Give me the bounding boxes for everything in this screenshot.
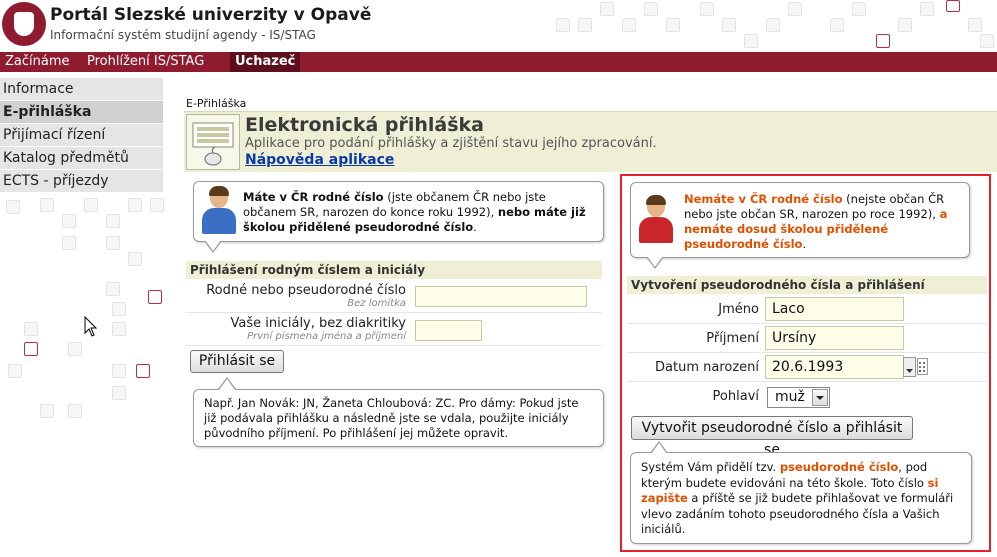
initials-input[interactable] bbox=[415, 320, 482, 341]
rc-input[interactable] bbox=[415, 286, 587, 307]
rc-label: Rodné nebo pseudorodné číslo bbox=[206, 283, 406, 298]
right-info-bubble: Nemáte v ČR rodné číslo (nejste občan ČR… bbox=[630, 182, 970, 258]
portal-subtitle: Informační systém studijní agendy - IS/S… bbox=[50, 28, 316, 42]
left-bubble-text: Máte v ČR rodné číslo (jste občanem ČR n… bbox=[243, 190, 586, 234]
birth-date-label: Datum narození bbox=[655, 360, 759, 375]
create-pseudo-number-button[interactable]: Vytvořit pseudorodné číslo a přihlásit s… bbox=[631, 416, 913, 458]
calendar-picker-icon[interactable] bbox=[903, 357, 929, 377]
surname-label: Příjmení bbox=[706, 331, 759, 346]
rc-hint: Bez lomítka bbox=[347, 298, 406, 309]
mouse-cursor bbox=[84, 315, 98, 342]
first-name-label: Jméno bbox=[718, 302, 759, 317]
nav-prohlizeni[interactable]: Prohlížení IS/STAG bbox=[82, 52, 209, 72]
nav-zaciname[interactable]: Začínáme bbox=[0, 52, 75, 72]
sidebar-item-e-prihlaska[interactable]: E-přihláška bbox=[0, 101, 163, 123]
login-button[interactable]: Přihlásit se bbox=[190, 350, 284, 373]
university-logo[interactable] bbox=[2, 2, 46, 46]
initials-label: Vaše iniciály, bez diakritiky bbox=[230, 316, 407, 331]
first-name-input[interactable]: Laco bbox=[765, 297, 904, 321]
chevron-down-icon[interactable] bbox=[812, 389, 828, 406]
right-bubble-text: Nemáte v ČR rodné číslo (nejste občan ČR… bbox=[684, 192, 948, 251]
app-description: Aplikace pro podání přihlášky a zjištění… bbox=[245, 136, 657, 151]
gender-label: Pohlaví bbox=[712, 389, 759, 404]
breadcrumb: E-Přihláška bbox=[186, 97, 247, 110]
gender-select[interactable]: muž bbox=[767, 387, 830, 408]
left-note-text: Např. Jan Novák: JN, Žaneta Chloubová: Z… bbox=[204, 396, 579, 440]
sidebar-item-ects[interactable]: ECTS - příjezdy bbox=[0, 170, 163, 192]
app-title: Elektronická přihláška bbox=[245, 114, 485, 136]
person-icon bbox=[639, 195, 673, 243]
birth-date-input[interactable]: 20.6.1993 bbox=[765, 355, 904, 379]
gender-selected-value: muž bbox=[775, 389, 805, 405]
application-icon bbox=[186, 114, 240, 170]
person-icon bbox=[202, 186, 236, 234]
left-info-bubble: Máte v ČR rodné číslo (jste občanem ČR n… bbox=[193, 181, 604, 242]
help-link[interactable]: Nápověda aplikace bbox=[245, 152, 394, 168]
top-navigation: Začínáme Prohlížení IS/STAG Uchazeč bbox=[0, 52, 997, 72]
right-section-title: Vytvoření pseudorodného čísla a přihláše… bbox=[627, 276, 987, 294]
nav-uchazec[interactable]: Uchazeč bbox=[230, 52, 301, 72]
surname-input[interactable]: Ursíny bbox=[765, 326, 904, 350]
left-note-bubble: Např. Jan Novák: JN, Žaneta Chloubová: Z… bbox=[193, 389, 604, 447]
left-section-title: Přihlášení rodným číslem a iniciály bbox=[186, 261, 602, 279]
initials-hint: První písmena jména a příjmení bbox=[247, 331, 406, 342]
right-note-bubble: Systém Vám přidělí tzv. pseudorodné čísl… bbox=[630, 452, 972, 544]
portal-title: Portál Slezské univerzity v Opavě bbox=[50, 5, 372, 25]
sidebar-item-prijimaci-rizeni[interactable]: Přijímací řízení bbox=[0, 124, 163, 146]
sidebar-item-katalog-predmetu[interactable]: Katalog předmětů bbox=[0, 147, 163, 169]
sidebar-item-informace[interactable]: Informace bbox=[0, 78, 163, 100]
